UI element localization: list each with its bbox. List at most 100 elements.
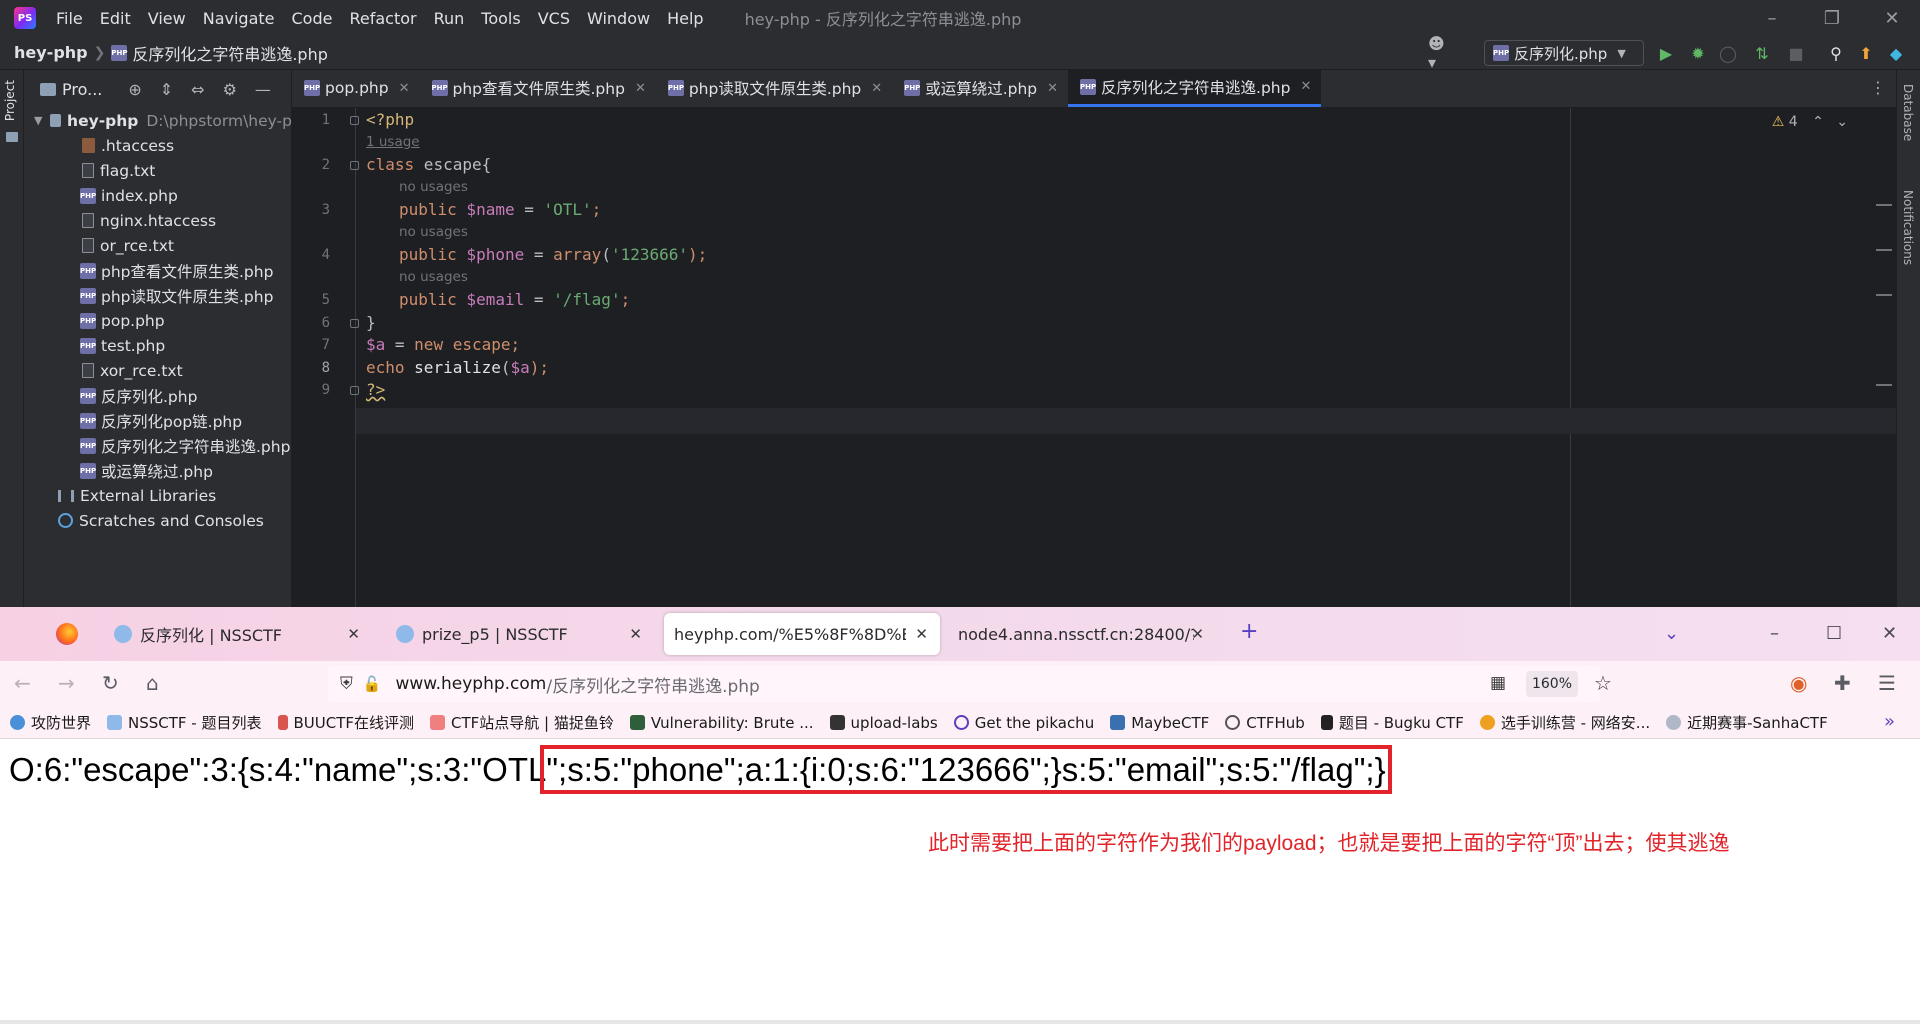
editor-tab[interactable]: PHP php读取文件原生类.php ✕ xyxy=(656,69,892,107)
menu-window[interactable]: Window xyxy=(587,9,650,28)
scrollbar-marker[interactable] xyxy=(1876,294,1892,296)
close-icon[interactable]: ✕ xyxy=(1882,623,1897,644)
shield-icon[interactable]: ⛨ xyxy=(340,674,353,694)
tree-file-item[interactable]: PHP 反序列化.php xyxy=(24,383,292,408)
browser-tab[interactable]: 反序列化 | NSSCTF ✕ xyxy=(100,613,372,655)
database-tool-window-button[interactable]: Database xyxy=(1901,84,1915,141)
tree-file-item[interactable]: PHP pop.php xyxy=(24,308,292,333)
forward-icon[interactable]: → xyxy=(58,671,75,695)
phpstorm-logo-icon[interactable]: PS xyxy=(14,7,36,29)
tree-file-item[interactable]: xor_rce.txt xyxy=(24,358,292,383)
collapse-all-icon[interactable]: ⇔ xyxy=(191,80,204,99)
tab-close-icon[interactable]: ✕ xyxy=(629,625,642,643)
restore-icon[interactable]: ❐ xyxy=(1802,0,1862,36)
bookmark-item[interactable]: CTF站点导航 | 猫捉鱼铃 xyxy=(430,712,614,733)
list-tabs-icon[interactable]: ⌄ xyxy=(1664,623,1679,644)
tab-close-icon[interactable]: ✕ xyxy=(871,81,882,96)
project-panel-title[interactable]: Pro... xyxy=(62,80,102,99)
tab-close-icon[interactable]: ✕ xyxy=(915,625,928,643)
tree-scratches[interactable]: Scratches and Consoles xyxy=(24,508,292,533)
scrollbar-marker[interactable] xyxy=(1876,204,1892,206)
url-bar[interactable]: ⛨ 🔓 www.heyphp.com/反序列化之字符串逃逸.php ▦ 160%… xyxy=(328,666,1612,702)
search-icon[interactable]: ⚲ xyxy=(1826,43,1846,63)
tree-file-item[interactable]: PHP 反序列化pop链.php xyxy=(24,408,292,433)
tree-file-item[interactable]: PHP php查看文件原生类.php xyxy=(24,258,292,283)
debug-icon[interactable]: ✹ xyxy=(1688,43,1708,63)
menu-navigate[interactable]: Navigate xyxy=(203,9,275,28)
usage-hint[interactable]: 1 usage xyxy=(366,134,420,150)
browser-tab[interactable]: prize_p5 | NSSCTF ✕ xyxy=(382,613,654,655)
bookmark-item[interactable]: MaybeCTF xyxy=(1110,714,1209,732)
tab-close-icon[interactable]: ✕ xyxy=(1191,625,1204,643)
notifications-tool-window-button[interactable]: Notifications xyxy=(1901,190,1915,265)
fold-marker-icon[interactable] xyxy=(350,386,359,395)
extensions-icon[interactable]: ✚ xyxy=(1834,671,1851,695)
stop-icon[interactable]: ■ xyxy=(1786,43,1806,63)
bookmark-item[interactable]: 题目 - Bugku CTF xyxy=(1320,712,1464,733)
tab-close-icon[interactable]: ✕ xyxy=(347,625,360,643)
tree-file-item[interactable]: nginx.htaccess xyxy=(24,208,292,233)
zoom-level-button[interactable]: 160% xyxy=(1526,671,1578,697)
fold-marker-icon[interactable] xyxy=(350,319,359,328)
update-icon[interactable]: ⬆ xyxy=(1856,43,1876,63)
menu-refactor[interactable]: Refactor xyxy=(349,9,416,28)
project-tool-window-button[interactable]: Project xyxy=(3,80,17,121)
menu-tools[interactable]: Tools xyxy=(481,9,520,28)
qr-code-icon[interactable]: ▦ xyxy=(1490,673,1506,693)
bookmark-item[interactable]: Vulnerability: Brute ... xyxy=(629,714,814,732)
expand-all-icon[interactable]: ⇕ xyxy=(160,80,173,99)
bookmark-item[interactable]: CTFHub xyxy=(1225,714,1305,732)
jetbrains-ai-icon[interactable]: ◆ xyxy=(1886,43,1906,63)
tab-close-icon[interactable]: ✕ xyxy=(399,81,410,96)
browser-tab-active[interactable]: heyphp.com/%E5%8F%8D%E5%9 ✕ xyxy=(664,613,940,655)
coverage-icon[interactable]: ◯ xyxy=(1718,43,1738,63)
tree-file-item[interactable]: PHP 或运算绕过.php xyxy=(24,458,292,483)
run-configuration-select[interactable]: PHP 反序列化.php ▼ xyxy=(1484,40,1644,66)
minimize-icon[interactable]: – xyxy=(1770,623,1779,644)
tree-file-item[interactable]: PHP 反序列化之字符串逃逸.php xyxy=(24,433,292,458)
close-icon[interactable]: ✕ xyxy=(1862,0,1920,36)
bookmark-star-icon[interactable]: ☆ xyxy=(1594,671,1612,695)
tab-close-icon[interactable]: ✕ xyxy=(1047,81,1058,96)
tree-external-libraries[interactable]: External Libraries xyxy=(24,483,292,508)
fold-marker-icon[interactable] xyxy=(350,161,359,170)
new-tab-icon[interactable]: + xyxy=(1240,619,1258,644)
breadcrumb-file[interactable]: 反序列化之字符串逃逸.php xyxy=(132,41,328,65)
scrollbar-marker[interactable] xyxy=(1876,249,1892,251)
menu-hamburger-icon[interactable]: ☰ xyxy=(1878,671,1896,695)
bookmark-item[interactable]: Get the pikachu xyxy=(953,714,1094,732)
menu-file[interactable]: File xyxy=(56,9,83,28)
menu-run[interactable]: Run xyxy=(434,9,465,28)
menu-help[interactable]: Help xyxy=(667,9,703,28)
bookmark-item[interactable]: upload-labs xyxy=(829,714,938,732)
tab-close-icon[interactable]: ✕ xyxy=(635,81,646,96)
menu-edit[interactable]: Edit xyxy=(100,9,131,28)
editor-tab[interactable]: PHP pop.php ✕ xyxy=(292,69,420,107)
home-icon[interactable]: ⌂ xyxy=(146,671,159,695)
tree-file-item[interactable]: or_rce.txt xyxy=(24,233,292,258)
menu-code[interactable]: Code xyxy=(292,9,333,28)
tree-root-folder[interactable]: ▼ hey-php D:\phpstorm\hey-p xyxy=(24,108,292,133)
user-icon[interactable]: ☻▾ xyxy=(1428,34,1448,72)
insecure-lock-icon[interactable]: 🔓 xyxy=(363,675,382,693)
bookmark-item[interactable]: 选手训练营 - 网络安... xyxy=(1479,712,1650,733)
extension-blocker-icon[interactable]: ◉ xyxy=(1790,671,1807,695)
bookmark-item[interactable]: 攻防世界 xyxy=(10,712,91,733)
chevron-down-icon[interactable]: ▼ xyxy=(34,114,42,127)
bookmark-item[interactable]: BUUCTF在线评测 xyxy=(277,712,414,733)
tree-file-item[interactable]: PHP test.php xyxy=(24,333,292,358)
locate-icon[interactable]: ⊕ xyxy=(128,80,141,99)
minimize-icon[interactable]: – xyxy=(1742,0,1802,36)
maximize-icon[interactable]: ☐ xyxy=(1826,623,1842,644)
tab-close-icon[interactable]: ✕ xyxy=(1300,79,1311,94)
fold-marker-icon[interactable] xyxy=(350,116,359,125)
bookmark-item[interactable]: NSSCTF - 题目列表 xyxy=(107,712,262,733)
tree-file-item[interactable]: PHP index.php xyxy=(24,183,292,208)
more-bookmarks-icon[interactable]: » xyxy=(1884,711,1895,732)
tree-file-item[interactable]: .htaccess xyxy=(24,133,292,158)
run-icon[interactable]: ▶ xyxy=(1656,43,1676,63)
bookmark-item[interactable]: 近期赛事-SanhaCTF xyxy=(1666,712,1828,733)
browser-tab[interactable]: node4.anna.nssctf.cn:28400/?cat✕ xyxy=(944,613,1216,655)
editor-tab[interactable]: PHP 或运算绕过.php ✕ xyxy=(892,69,1068,107)
tree-file-item[interactable]: flag.txt xyxy=(24,158,292,183)
